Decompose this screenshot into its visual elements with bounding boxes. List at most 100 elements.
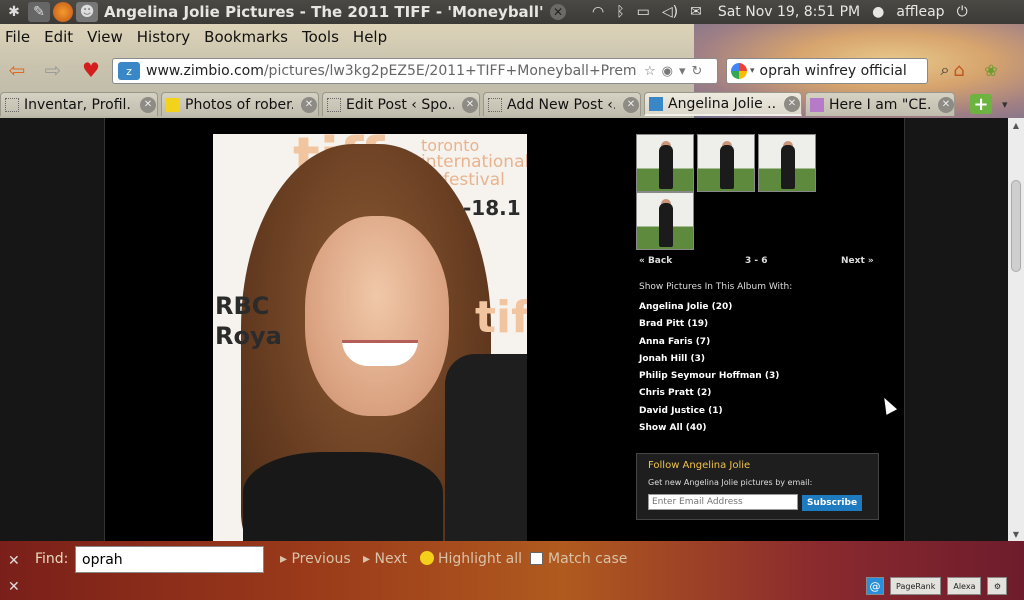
menu-view[interactable]: View: [87, 28, 123, 46]
tab-4[interactable]: Add New Post ‹... ✕: [483, 92, 641, 116]
new-tab-button[interactable]: +: [970, 94, 992, 115]
heart-icon[interactable]: ♥: [78, 58, 104, 82]
next-link[interactable]: Next »: [841, 256, 874, 266]
find-next-button[interactable]: ▸ Next: [363, 551, 407, 567]
dropdown-icon[interactable]: ▾: [679, 64, 686, 79]
email-field[interactable]: [648, 494, 798, 510]
back-link[interactable]: « Back: [639, 256, 672, 266]
navigation-toolbar: ⇦ ⇨ ♥ z www.zimbio.com/pictures/lw3kg2pE…: [0, 56, 1024, 86]
pagerank-widget[interactable]: PageRank: [890, 577, 942, 595]
album-filter-link[interactable]: Chris Pratt (2): [639, 388, 792, 405]
album-filter-link[interactable]: Jonah Hill (3): [639, 354, 792, 371]
text-editor-icon[interactable]: ✎: [28, 2, 50, 22]
album-filter: Show Pictures In This Album With: Angeli…: [639, 282, 792, 440]
album-filter-link[interactable]: Brad Pitt (19): [639, 319, 792, 336]
addon-icon[interactable]: ❀: [978, 58, 1004, 82]
scrollbar-thumb[interactable]: [1011, 180, 1021, 272]
menu-edit[interactable]: Edit: [44, 28, 73, 46]
thumbnail[interactable]: [636, 192, 694, 250]
ubuntu-logo-icon[interactable]: ✱: [3, 2, 25, 22]
reader-icon[interactable]: ◉: [662, 64, 673, 79]
find-label: Find:: [35, 551, 69, 567]
bookmark-star-icon[interactable]: ☆: [644, 64, 656, 79]
menu-help[interactable]: Help: [353, 28, 387, 46]
photo-bg-text: Roya: [215, 322, 282, 350]
screen: ✱ ✎ ☻ Angelina Jolie Pictures - The 2011…: [0, 0, 1024, 600]
tab-close-icon[interactable]: ✕: [623, 96, 639, 113]
close-icon[interactable]: ✕: [8, 579, 20, 595]
forward-button[interactable]: ⇨: [40, 58, 66, 82]
tab-close-icon[interactable]: ✕: [140, 96, 156, 113]
find-next-label: Next: [374, 551, 408, 567]
thumbnail[interactable]: [636, 134, 694, 192]
highlight-all-button[interactable]: Highlight all: [438, 551, 522, 567]
tab-close-icon[interactable]: ✕: [938, 96, 954, 113]
album-filter-link[interactable]: Anna Faris (7): [639, 337, 792, 354]
page-range: 3 - 6: [745, 256, 768, 266]
mail-icon[interactable]: ✉: [690, 4, 702, 20]
window-title: Angelina Jolie Pictures - The 2011 TIFF …: [104, 3, 544, 21]
album-filter-link[interactable]: Show All (40): [639, 423, 792, 440]
tab-label: Add New Post ‹...: [507, 96, 615, 113]
user-status-icon[interactable]: ●: [872, 4, 884, 20]
search-input[interactable]: oprah winfrey official t: [760, 63, 910, 79]
alexa-widget[interactable]: Alexa: [947, 577, 982, 595]
album-filter-link[interactable]: David Justice (1): [639, 406, 792, 423]
system-tray: ◠ ᛒ ▭ ◁) ✉ Sat Nov 19, 8:51 PM ● affleap…: [592, 4, 968, 20]
thumbnail[interactable]: [758, 134, 816, 192]
thumbnail-pager: « Back 3 - 6 Next »: [639, 256, 875, 270]
volume-icon[interactable]: ◁): [662, 4, 678, 20]
follow-title: Follow Angelina Jolie: [648, 460, 751, 471]
at-sign-icon[interactable]: @: [866, 577, 884, 595]
back-button[interactable]: ⇦: [4, 58, 30, 82]
album-filter-link[interactable]: Philip Seymour Hoffman (3): [639, 371, 792, 388]
close-window-icon[interactable]: ✕: [550, 4, 566, 20]
find-input[interactable]: [75, 546, 264, 573]
tab-close-icon[interactable]: ✕: [301, 96, 317, 113]
home-icon[interactable]: ⌂: [946, 58, 972, 82]
tab-favicon-icon: [488, 97, 502, 112]
tab-close-icon[interactable]: ✕: [784, 95, 800, 112]
page-scrollbar[interactable]: ▲ ▼: [1008, 118, 1024, 541]
match-case-checkbox[interactable]: [530, 552, 543, 565]
tab-label: Here I am "CE...: [829, 96, 930, 113]
url-bar[interactable]: z www.zimbio.com/pictures/lw3kg2pEZ5E/20…: [112, 58, 718, 84]
main-photo[interactable]: tiff toronto international m festival -1…: [213, 134, 527, 541]
tab-list-icon[interactable]: ▾: [1002, 98, 1008, 111]
wifi-icon[interactable]: ◠: [592, 4, 604, 20]
album-filter-link[interactable]: Angelina Jolie (20): [639, 302, 792, 319]
tab-5-active[interactable]: Angelina Jolie ... ✕: [644, 92, 802, 116]
menu-history[interactable]: History: [137, 28, 190, 46]
tab-3[interactable]: Edit Post ‹ Spo... ✕: [322, 92, 480, 116]
chat-icon[interactable]: ☻: [76, 2, 98, 22]
menu-file[interactable]: File: [5, 28, 30, 46]
search-bar[interactable]: ▾ oprah winfrey official t: [726, 58, 928, 84]
battery-icon[interactable]: ▭: [637, 4, 650, 20]
tab-2[interactable]: Photos of rober... ✕: [161, 92, 319, 116]
tab-6[interactable]: Here I am "CE... ✕: [805, 92, 955, 116]
highlight-icon: [420, 551, 434, 565]
close-find-bar-icon[interactable]: ✕: [8, 553, 20, 569]
photo-bg-text: RBC: [215, 292, 270, 320]
tab-1[interactable]: Inventar, Profil... ✕: [0, 92, 158, 116]
firefox-icon[interactable]: [53, 2, 73, 22]
user-name[interactable]: affleap: [896, 4, 944, 20]
find-previous-button[interactable]: ▸ Previous: [280, 551, 351, 567]
menu-tools[interactable]: Tools: [302, 28, 339, 46]
search-engine-dropdown-icon[interactable]: ▾: [750, 66, 755, 76]
photo-jacket: [445, 354, 527, 541]
clock[interactable]: Sat Nov 19, 8:51 PM: [718, 4, 860, 20]
scroll-up-icon[interactable]: ▲: [1008, 118, 1024, 132]
power-icon[interactable]: ⏻: [957, 4, 968, 20]
scroll-down-icon[interactable]: ▼: [1008, 527, 1024, 541]
bluetooth-icon[interactable]: ᛒ: [616, 4, 624, 20]
album-filter-header: Show Pictures In This Album With:: [639, 282, 793, 292]
thumbnail[interactable]: [697, 134, 755, 192]
gear-icon[interactable]: ⚙: [987, 577, 1008, 595]
tab-close-icon[interactable]: ✕: [462, 96, 478, 113]
reload-icon[interactable]: ↻: [692, 64, 703, 79]
menu-bookmarks[interactable]: Bookmarks: [204, 28, 288, 46]
match-case-label[interactable]: Match case: [548, 551, 627, 567]
tab-favicon-icon: [327, 97, 341, 112]
subscribe-button[interactable]: Subscribe: [802, 495, 862, 511]
